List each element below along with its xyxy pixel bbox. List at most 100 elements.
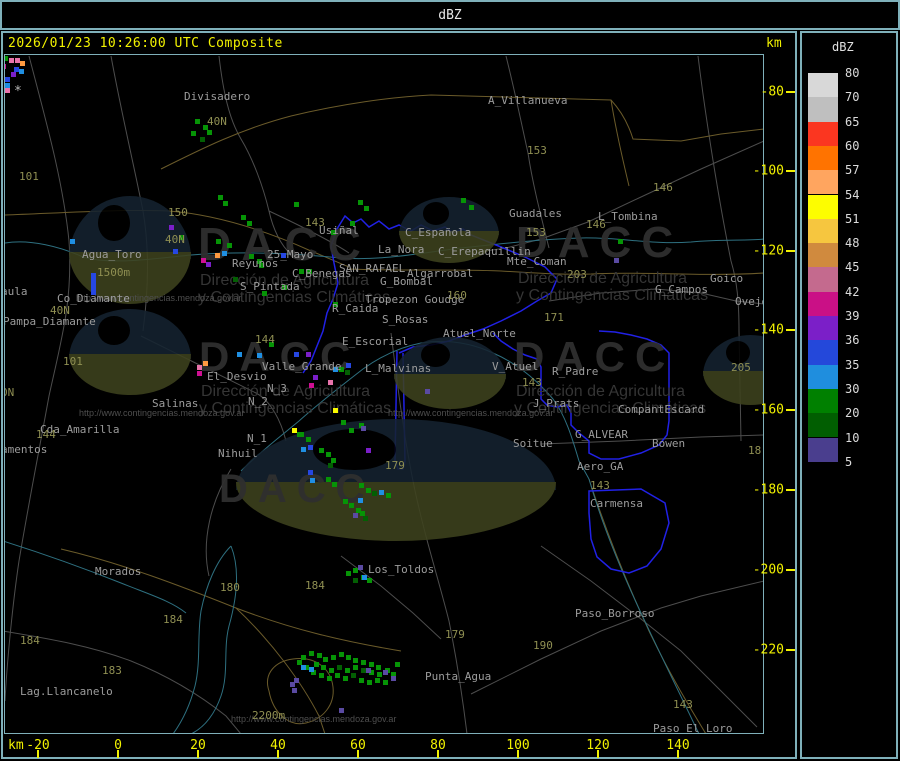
route-number-label: 146 bbox=[653, 181, 673, 194]
place-label: Atuel_Norte bbox=[443, 327, 516, 340]
place-label: Paso_Borroso bbox=[575, 607, 655, 620]
radar-echo-pixel bbox=[9, 58, 14, 63]
radar-echo-pixel bbox=[309, 383, 314, 388]
radar-echo-pixel bbox=[191, 131, 196, 136]
radar-echo-pixel bbox=[301, 447, 306, 452]
route-number-label: 0N bbox=[5, 386, 15, 399]
place-label: Paso_El_Loro bbox=[653, 722, 733, 734]
radar-echo-pixel bbox=[383, 680, 388, 685]
place-label: G_Campos bbox=[655, 283, 708, 296]
place-label: CompantEscard bbox=[618, 403, 705, 416]
place-label: Aero_GA bbox=[577, 460, 624, 473]
radar-echo-pixel bbox=[346, 363, 351, 368]
x-axis-tick-mark bbox=[597, 750, 599, 758]
radar-echo-pixel bbox=[364, 206, 369, 211]
legend-scale-label: 60 bbox=[845, 138, 860, 153]
y-axis-tick-label: -80 bbox=[760, 84, 784, 100]
route-number-label: 203 bbox=[567, 268, 587, 281]
radar-echo-pixel bbox=[361, 426, 366, 431]
radar-echo-pixel bbox=[207, 130, 212, 135]
radar-echo-pixel bbox=[339, 708, 344, 713]
dacc-eye-pupil bbox=[98, 315, 130, 346]
radar-echo-pixel bbox=[306, 352, 311, 357]
legend-swatch bbox=[808, 73, 838, 98]
radar-echo-pixel bbox=[216, 239, 221, 244]
radar-echo-pixel bbox=[345, 370, 350, 375]
radar-echo-pixel bbox=[369, 662, 374, 667]
legend-swatch bbox=[808, 97, 838, 122]
legend-swatch bbox=[808, 388, 838, 414]
route-number-label: 190 bbox=[533, 639, 553, 652]
radar-echo-pixel bbox=[301, 665, 306, 670]
watermark-url: http://www.contingencias.mendoza.gov.ar bbox=[388, 408, 554, 418]
dacc-eye-lower bbox=[69, 353, 191, 395]
radar-echo-pixel bbox=[309, 651, 314, 656]
radar-echo-pixel bbox=[361, 660, 366, 665]
radar-echo-pixel bbox=[391, 676, 396, 681]
legend-swatch bbox=[808, 194, 838, 219]
place-label: Morados bbox=[95, 565, 142, 578]
radar-echo-pixel bbox=[614, 258, 619, 263]
route-number-label: 184 bbox=[20, 634, 40, 647]
radar-echo-pixel bbox=[328, 463, 333, 468]
radar-echo-pixel bbox=[308, 445, 313, 450]
place-label: E_Escorial bbox=[342, 335, 409, 348]
radar-echo-pixel bbox=[363, 516, 368, 521]
radar-echo-pixel bbox=[383, 670, 388, 675]
place-label: Goico bbox=[710, 272, 744, 285]
place-label: J_Prats bbox=[533, 397, 580, 410]
radar-echo-pixel bbox=[326, 452, 331, 457]
legend-scale-label: 45 bbox=[845, 260, 860, 275]
radar-echo-pixel bbox=[353, 513, 358, 518]
timestamp-label: 2026/01/23 10:26:00 UTC Composite bbox=[8, 36, 283, 51]
legend-scale-label: 51 bbox=[845, 211, 860, 226]
x-axis-tick-mark bbox=[357, 750, 359, 758]
radar-echo-pixel bbox=[332, 482, 337, 487]
legend-swatch bbox=[808, 170, 838, 195]
place-label: Agua_Toro bbox=[82, 248, 142, 261]
place-label: N_3 bbox=[267, 382, 287, 395]
radar-echo-pixel bbox=[377, 672, 382, 677]
radar-map-area[interactable]: DACC Dirección de Agricultura y Contingenc… bbox=[4, 54, 764, 734]
legend-swatch bbox=[808, 121, 838, 146]
place-label: Pampa_Diamante bbox=[4, 315, 96, 328]
radar-echo-pixel bbox=[5, 64, 6, 69]
place-label: S_Rosas bbox=[382, 313, 429, 326]
radar-echo-pixel bbox=[331, 655, 336, 660]
radar-echo-pixel bbox=[310, 478, 315, 483]
radar-echo-pixel bbox=[233, 277, 238, 282]
legend-swatch bbox=[808, 340, 838, 365]
radar-echo-pixel bbox=[223, 201, 228, 206]
x-axis-tick-mark bbox=[677, 750, 679, 758]
legend-scale-label: 54 bbox=[845, 187, 860, 202]
radar-echo-pixel bbox=[341, 420, 346, 425]
legend-scale-label: 20 bbox=[845, 406, 860, 421]
radar-echo-pixel bbox=[345, 668, 350, 673]
radar-echo-pixel bbox=[367, 578, 372, 583]
route-number-label: 101 bbox=[63, 355, 83, 368]
y-axis-tick-label: -200 bbox=[752, 562, 784, 578]
x-axis-tick-mark bbox=[517, 750, 519, 758]
route-number-label: 184 bbox=[163, 613, 183, 626]
legend-scale-label: 48 bbox=[845, 236, 860, 251]
place-label: G_Bombal bbox=[380, 275, 433, 288]
route-number-label: 101 bbox=[19, 170, 39, 183]
route-number-label: 153 bbox=[526, 226, 546, 239]
route-number-label: 143 bbox=[590, 479, 610, 492]
km-unit-label-bottom: km bbox=[8, 738, 24, 753]
radar-echo-pixel bbox=[329, 668, 334, 673]
radar-echo-pixel bbox=[215, 253, 220, 258]
route-number-label: 144 bbox=[255, 333, 275, 346]
legend-scale-label: 57 bbox=[845, 163, 860, 178]
radar-echo-pixel bbox=[351, 673, 356, 678]
route-number-label: 40N bbox=[50, 304, 70, 317]
dacc-eye-lower bbox=[703, 371, 763, 405]
place-label: Punta_Agua bbox=[425, 670, 492, 683]
dacc-eye-pupil bbox=[98, 204, 130, 242]
radar-echo-pixel bbox=[359, 483, 364, 488]
place-label: La_Nora bbox=[378, 243, 425, 256]
dacc-eye-pupil bbox=[312, 428, 396, 471]
legend-swatch bbox=[808, 218, 838, 244]
route-number-label: 1500m bbox=[97, 266, 131, 279]
place-label: L_Malvinas bbox=[365, 362, 432, 375]
